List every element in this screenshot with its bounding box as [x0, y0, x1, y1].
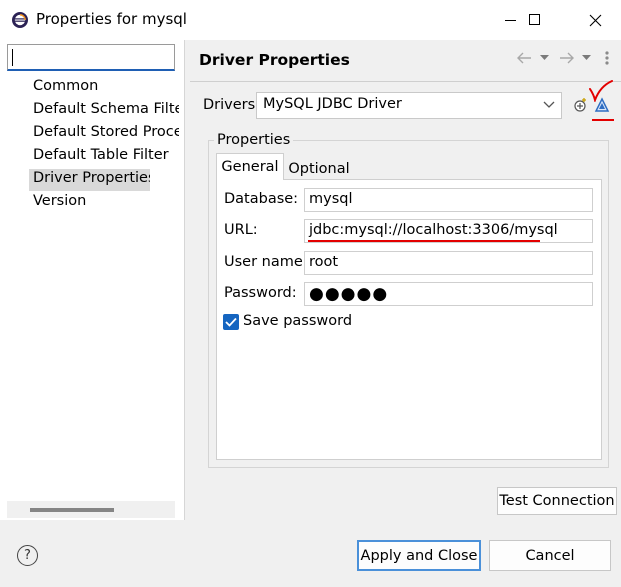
save-password-label[interactable]: Save password	[243, 313, 352, 329]
sidebar-item-default-stored-procedure[interactable]: Default Stored Proce	[29, 123, 179, 145]
checkmark-icon	[225, 317, 237, 327]
scrollbar-thumb[interactable]	[30, 508, 114, 512]
forward-menu-icon[interactable]	[580, 50, 592, 66]
more-icon[interactable]	[601, 50, 613, 66]
password-field[interactable]: ●●●●●	[304, 282, 593, 306]
user-name-label: User name:	[224, 254, 308, 270]
save-password-checkbox[interactable]	[223, 314, 239, 330]
back-arrow-icon[interactable]	[516, 50, 532, 66]
back-menu-icon[interactable]	[538, 50, 550, 66]
sidebar-item-default-schema-filter[interactable]: Default Schema Filte	[29, 100, 179, 122]
tab-optional[interactable]: Optional	[284, 157, 354, 180]
close-icon	[589, 14, 601, 26]
properties-group-label: Properties	[214, 132, 294, 148]
add-driver-icon[interactable]	[572, 97, 588, 113]
sidebar-item-default-table-filter[interactable]: Default Table Filter	[29, 146, 179, 168]
header-separator	[190, 81, 621, 82]
text-caret	[12, 49, 13, 66]
drivers-label: Drivers:	[203, 97, 261, 113]
drivers-dropdown[interactable]: MySQL JDBC Driver	[256, 92, 562, 119]
sidebar-item-driver-properties[interactable]: Driver Properties	[29, 169, 150, 191]
filter-input[interactable]	[7, 44, 175, 71]
window-title: Properties for mysql	[36, 10, 187, 28]
database-label: Database:	[224, 191, 299, 207]
tab-general[interactable]: General	[216, 153, 284, 180]
chevron-down-icon[interactable]	[543, 96, 557, 114]
red-underline-annotation	[308, 240, 540, 242]
red-underline-annotation	[592, 119, 614, 121]
database-field[interactable]: mysql	[304, 188, 593, 212]
red-check-annotation	[589, 80, 613, 102]
maximize-button[interactable]	[512, 0, 558, 40]
eclipse-icon	[12, 12, 28, 28]
sidebar-item-common[interactable]: Common	[29, 77, 179, 99]
test-connection-button[interactable]: Test Connection	[497, 487, 617, 515]
user-name-field[interactable]: root	[304, 251, 593, 275]
close-button[interactable]	[572, 0, 618, 40]
page-title: Driver Properties	[199, 51, 350, 69]
help-icon[interactable]: ?	[17, 545, 38, 566]
password-label: Password:	[224, 285, 297, 301]
apply-and-close-button[interactable]: Apply and Close	[357, 540, 481, 571]
url-label: URL:	[224, 222, 258, 238]
maximize-icon	[529, 14, 540, 25]
sidebar-item-version[interactable]: Version	[29, 192, 179, 214]
cancel-button[interactable]: Cancel	[489, 540, 611, 571]
forward-arrow-icon[interactable]	[558, 50, 574, 66]
